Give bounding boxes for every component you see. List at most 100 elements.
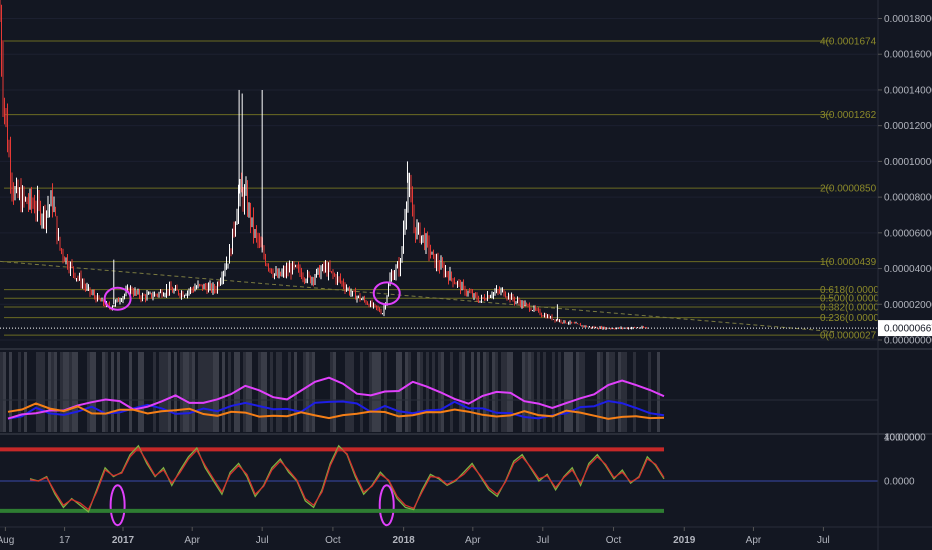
indicator-1-shade-column: [582, 352, 585, 432]
indicator-1-shade-column: [0, 352, 3, 432]
time-tick-label: Apr: [746, 535, 762, 546]
indicator-1-shade-column: [522, 352, 525, 432]
indicator-1-shade-column: [417, 352, 420, 432]
time-tick-label: Jul: [256, 535, 269, 546]
indicator-1-shade-column: [87, 352, 90, 432]
time-tick-label: Jul: [536, 535, 549, 546]
fib-level-label: 0.236(0.0000: [820, 313, 879, 324]
indicator-1-shade-column: [270, 352, 273, 432]
indicator-1-shade-column: [450, 352, 453, 432]
fib-level-label: 2(0.0000850: [820, 184, 877, 195]
indicator-1-tick-label: 100.0000: [884, 433, 926, 444]
indicator-1-shade-column: [369, 352, 372, 432]
indicator-1-shade-column: [24, 352, 27, 432]
time-tick-label: 2019: [673, 535, 696, 546]
indicator-1-shade-column: [633, 352, 636, 432]
indicator-1-shade-column: [531, 352, 534, 432]
indicator-1-shade-column: [117, 352, 120, 432]
indicator-1-shade-column: [90, 352, 93, 432]
indicator-1-shade-column: [312, 352, 315, 432]
indicator-1-shade-column: [459, 352, 462, 432]
time-tick-label: Oct: [325, 535, 341, 546]
indicator-1-shade-column: [420, 352, 423, 432]
indicator-1-shade-column: [288, 352, 291, 432]
indicator-1-shade-column: [609, 352, 612, 432]
indicator-1-shade-column: [93, 352, 96, 432]
indicator-1-shade-column: [183, 352, 186, 432]
indicator-1-shade-column: [294, 352, 297, 432]
indicator-1-shade-column: [189, 352, 192, 432]
indicator-1-shade-column: [9, 352, 12, 432]
indicator-1-shade-column: [159, 352, 162, 432]
indicator-1-shade-column: [333, 352, 336, 432]
indicator-1-shade-column: [564, 352, 567, 432]
current-price-label: 0.00000667: [884, 324, 932, 335]
indicator-1-shade-column: [51, 352, 54, 432]
indicator-1-shade-column: [198, 352, 201, 432]
indicator-1-shade-column: [222, 352, 225, 432]
indicator-1-shade-column: [606, 352, 609, 432]
indicator-1-shade-column: [375, 352, 378, 432]
indicator-1-shade-column: [165, 352, 168, 432]
indicator-1-shade-column: [657, 352, 660, 432]
price-tick-label: 0.00010000: [884, 157, 932, 168]
indicator-1-shade-column: [42, 352, 45, 432]
price-tick-label: 0.00018000: [884, 14, 932, 25]
indicator-1-shade-column: [600, 352, 603, 432]
fib-level-label: 0(0.0000027: [820, 331, 877, 342]
indicator-1-shade-column: [330, 352, 333, 432]
indicator-1-shade-column: [462, 352, 465, 432]
indicator-1-shade-column: [525, 352, 528, 432]
indicator-1-shade-column: [624, 352, 627, 432]
indicator-1-shade-column: [216, 352, 219, 432]
fib-level-label: 4(0.0001674: [820, 37, 877, 48]
price-tick-label: 0.00016000: [884, 50, 932, 61]
indicator-1-shade-column: [432, 352, 435, 432]
indicator-1-shade-column: [48, 352, 51, 432]
indicator-1-shade-column: [3, 352, 6, 432]
indicator-1-shade-column: [528, 352, 531, 432]
indicator-1-shade-column: [552, 352, 555, 432]
price-tick-label: 0.00002000: [884, 300, 932, 311]
chart-background: [0, 0, 932, 550]
indicator-1-shade-column: [66, 352, 69, 432]
indicator-1-shade-column: [192, 352, 195, 432]
indicator-1-shade-column: [60, 352, 63, 432]
indicator-1-shade-column: [567, 352, 570, 432]
indicator-1-shade-column: [207, 352, 210, 432]
indicator-1-shade-column: [612, 352, 615, 432]
time-tick-label: Apr: [465, 535, 481, 546]
indicator-1-shade-column: [39, 352, 42, 432]
indicator-1-shade-column: [537, 352, 540, 432]
indicator-1-shade-column: [153, 352, 156, 432]
indicator-1-shade-column: [36, 352, 39, 432]
price-tick-label: 0.00008000: [884, 193, 932, 204]
indicator-1-shade-column: [249, 352, 252, 432]
indicator-1-shade-column: [426, 352, 429, 432]
indicator-1-shade-column: [102, 352, 105, 432]
indicator-1-shade-column: [279, 352, 282, 432]
indicator-1-shade-column: [471, 352, 474, 432]
indicator-1-shade-column: [276, 352, 279, 432]
indicator-1-shade-column: [141, 352, 144, 432]
time-tick-label: 17: [59, 535, 71, 546]
time-tick-label: 2017: [112, 535, 135, 546]
indicator-1-shade-column: [246, 352, 249, 432]
indicator-1-shade-column: [408, 352, 411, 432]
indicator-1-shade-column: [570, 352, 573, 432]
time-tick-label: Oct: [606, 535, 622, 546]
indicator-1-shade-column: [483, 352, 486, 432]
indicator-1-shade-column: [558, 352, 561, 432]
indicator-1-shade-column: [543, 352, 546, 432]
indicator-1-shade-column: [621, 352, 624, 432]
price-tick-label: 0.00006000: [884, 228, 932, 239]
indicator-1-shade-column: [576, 352, 579, 432]
indicator-1-shade-column: [399, 352, 402, 432]
indicator-1-shade-column: [210, 352, 213, 432]
indicator-1-shade-column: [345, 352, 348, 432]
price-tick-label: 0.00012000: [884, 121, 932, 132]
time-tick-label: Jul: [817, 535, 830, 546]
indicator-1-shade-column: [63, 352, 66, 432]
indicator-1-shade-column: [228, 352, 231, 432]
indicator-1-shade-column: [201, 352, 204, 432]
